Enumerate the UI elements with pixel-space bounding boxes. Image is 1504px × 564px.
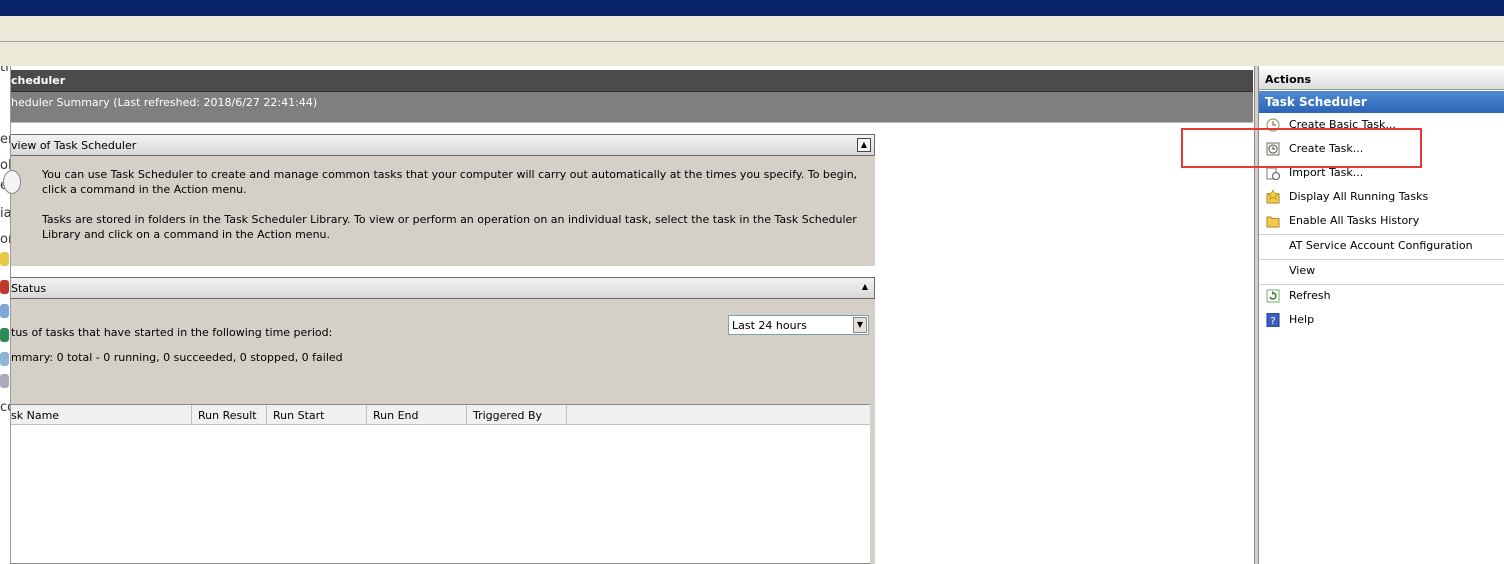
overview-paragraph: Tasks are stored in folders in the Task … <box>42 213 857 241</box>
status-section-header[interactable]: Status ▲ <box>11 277 875 299</box>
collapse-overview-button[interactable]: ▲ <box>857 138 871 152</box>
tree-node-icon <box>0 352 9 366</box>
tree-node-icon <box>0 280 9 294</box>
status-summary-text: mmary: 0 total - 0 running, 0 succeeded,… <box>11 351 343 364</box>
action-display-running-tasks[interactable]: Display All Running Tasks <box>1259 186 1504 208</box>
tree-node-icon <box>0 328 9 342</box>
column-triggered-by[interactable]: Triggered By <box>467 405 567 424</box>
center-scrollbar[interactable] <box>870 404 875 564</box>
help-icon: ? <box>1266 312 1280 328</box>
task-scheduler-clock-icon <box>3 170 21 194</box>
tree-text-fragment: er <box>0 132 10 147</box>
tree-node-icon <box>0 374 9 388</box>
running-tasks-icon <box>1266 189 1280 204</box>
task-status-grid[interactable]: sk Name Run Result Run Start Run End Tri… <box>11 404 871 564</box>
overview-section-title: view of Task Scheduler <box>11 139 137 152</box>
import-task-icon <box>1266 166 1280 180</box>
actions-pane-header: Actions <box>1259 70 1504 90</box>
tree-node-icon <box>0 304 9 318</box>
time-period-dropdown[interactable]: Last 24 hours ▼ <box>728 315 869 335</box>
svg-text:?: ? <box>1270 316 1275 327</box>
action-label: Display All Running Tasks <box>1289 190 1429 203</box>
tree-text-fragment: or <box>0 232 10 247</box>
action-help[interactable]: ? Help <box>1259 309 1504 331</box>
actions-group-title: Task Scheduler <box>1265 95 1367 109</box>
overview-section-body: You can use Task Scheduler to create and… <box>3 156 875 266</box>
status-section-title: Status <box>11 282 47 295</box>
actions-group-header[interactable]: Task Scheduler <box>1259 91 1504 113</box>
action-label: View <box>1289 264 1316 277</box>
tree-text-fragment: ia <box>0 206 11 221</box>
tree-node-icon <box>0 252 9 266</box>
center-content: view of Task Scheduler ▲ You can use Tas… <box>3 0 875 564</box>
collapse-status-button[interactable]: ▲ <box>859 281 871 293</box>
overview-paragraph: You can use Task Scheduler to create and… <box>42 168 858 196</box>
action-at-service-account-configuration[interactable]: AT Service Account Configuration <box>1259 234 1504 257</box>
overview-section-header[interactable]: view of Task Scheduler ▲ <box>11 134 875 156</box>
tree-text-fragment: co <box>0 400 10 415</box>
column-run-end[interactable]: Run End <box>367 405 467 424</box>
column-task-name[interactable]: sk Name <box>11 405 192 424</box>
action-label: Refresh <box>1289 289 1331 302</box>
tree-text-fragment: ti <box>0 66 9 75</box>
action-label: Enable All Tasks History <box>1289 214 1420 227</box>
highlight-annotation-box <box>1181 128 1422 168</box>
column-run-start[interactable]: Run Start <box>267 405 367 424</box>
action-view[interactable]: View <box>1259 259 1504 282</box>
action-refresh[interactable]: Refresh <box>1259 284 1504 307</box>
grid-header-row: sk Name Run Result Run Start Run End Tri… <box>11 405 870 425</box>
action-enable-tasks-history[interactable]: Enable All Tasks History <box>1259 210 1504 232</box>
action-label: AT Service Account Configuration <box>1289 239 1473 252</box>
action-label: Help <box>1289 313 1315 326</box>
status-period-label: tus of tasks that have started in the fo… <box>11 326 333 339</box>
actions-pane-title: Actions <box>1265 73 1311 86</box>
time-period-value: Last 24 hours <box>732 319 807 332</box>
tasks-history-icon <box>1266 214 1280 228</box>
chevron-down-icon[interactable]: ▼ <box>853 317 867 333</box>
refresh-icon <box>1266 289 1280 303</box>
console-tree-pane[interactable]: ti er ol ea ia or co <box>0 66 11 564</box>
column-run-result[interactable]: Run Result <box>192 405 267 424</box>
